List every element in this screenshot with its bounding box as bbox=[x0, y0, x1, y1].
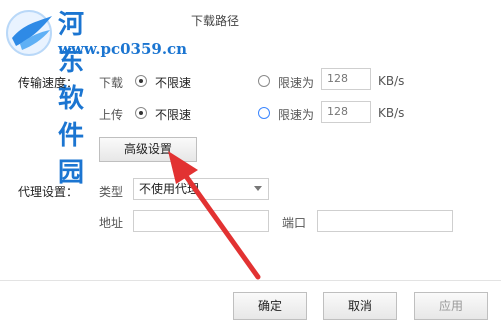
annotation-arrow-icon bbox=[168, 151, 261, 280]
